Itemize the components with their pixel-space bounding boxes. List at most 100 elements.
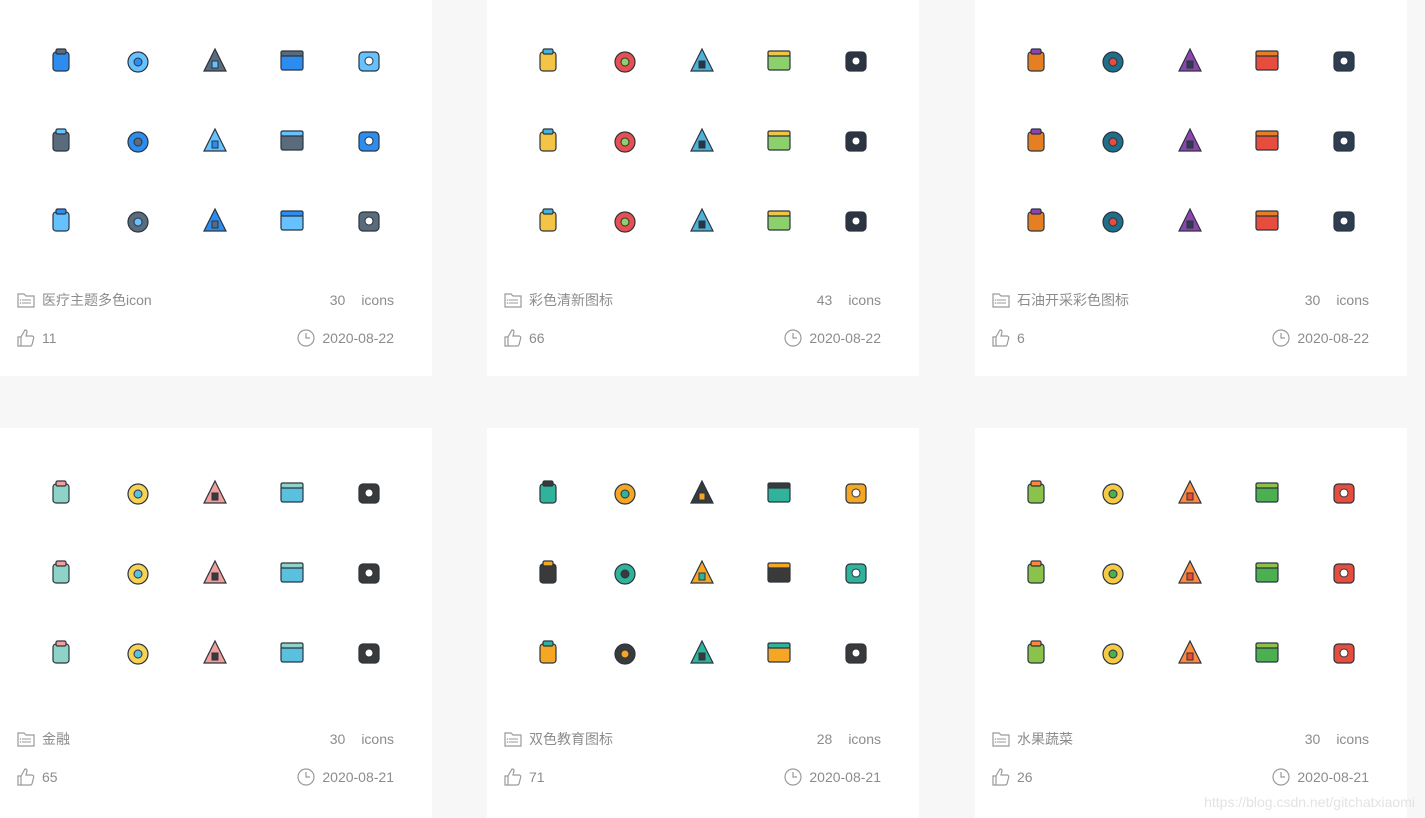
icon-tile[interactable] [1319,36,1369,86]
icon-tile[interactable] [831,116,881,166]
icon-tile[interactable] [677,468,727,518]
icon-tile[interactable] [1165,196,1215,246]
thumbs-up-icon[interactable] [503,767,523,787]
icon-tile[interactable] [754,468,804,518]
icon-tile[interactable] [1011,628,1061,678]
icon-tile[interactable] [600,548,650,598]
icon-tile[interactable] [600,196,650,246]
icon-tile[interactable] [1319,116,1369,166]
icon-tile[interactable] [1088,196,1138,246]
icon-tile[interactable] [1242,196,1292,246]
icon-tile[interactable] [1319,468,1369,518]
icon-set-card[interactable]: 彩色清新图标 43 icons 66 2020-08-22 [487,0,919,376]
icon-tile[interactable] [677,36,727,86]
icon-tile[interactable] [1011,196,1061,246]
icon-tile[interactable] [831,196,881,246]
icon-tile[interactable] [36,36,86,86]
icon-tile[interactable] [113,548,163,598]
icon-tile[interactable] [36,548,86,598]
icon-tile[interactable] [1242,36,1292,86]
icon-tile[interactable] [831,548,881,598]
icon-tile[interactable] [344,468,394,518]
thumbs-up-icon[interactable] [991,767,1011,787]
thumbs-up-icon[interactable] [991,328,1011,348]
thumbs-up-icon[interactable] [16,767,36,787]
icon-tile[interactable] [36,116,86,166]
icon-tile[interactable] [1242,628,1292,678]
card-title-link[interactable]: 石油开采彩色图标 [1017,290,1129,310]
icon-tile[interactable] [1242,548,1292,598]
icon-tile[interactable] [523,36,573,86]
icon-tile[interactable] [190,116,240,166]
icon-tile[interactable] [344,548,394,598]
icon-tile[interactable] [1088,548,1138,598]
icon-tile[interactable] [267,116,317,166]
icon-tile[interactable] [831,628,881,678]
icon-tile[interactable] [267,628,317,678]
icon-tile[interactable] [344,628,394,678]
icon-tile[interactable] [831,468,881,518]
icon-tile[interactable] [1011,548,1061,598]
icon-tile[interactable] [754,196,804,246]
icon-tile[interactable] [1165,36,1215,86]
icon-tile[interactable] [1319,196,1369,246]
icon-tile[interactable] [113,468,163,518]
icon-tile[interactable] [831,36,881,86]
icon-tile[interactable] [36,196,86,246]
icon-tile[interactable] [190,628,240,678]
icon-tile[interactable] [1088,628,1138,678]
card-title-link[interactable]: 双色教育图标 [529,729,613,749]
icon-tile[interactable] [1011,116,1061,166]
icon-tile[interactable] [600,36,650,86]
icon-tile[interactable] [190,548,240,598]
icon-tile[interactable] [523,468,573,518]
icon-tile[interactable] [190,196,240,246]
icon-tile[interactable] [1165,468,1215,518]
icon-tile[interactable] [600,116,650,166]
icon-tile[interactable] [754,628,804,678]
icon-tile[interactable] [1319,548,1369,598]
icon-tile[interactable] [600,628,650,678]
icon-tile[interactable] [1165,548,1215,598]
icon-set-card[interactable]: 石油开采彩色图标 30 icons 6 2020-08-22 [975,0,1407,376]
icon-tile[interactable] [1088,468,1138,518]
icon-tile[interactable] [523,548,573,598]
icon-tile[interactable] [344,36,394,86]
icon-set-card[interactable]: 双色教育图标 28 icons 71 2020-08-21 [487,428,919,818]
icon-tile[interactable] [1319,628,1369,678]
card-title-link[interactable]: 彩色清新图标 [529,290,613,310]
icon-set-card[interactable]: 金融 30 icons 65 2020-08-21 [0,428,432,818]
icon-tile[interactable] [1242,468,1292,518]
icon-tile[interactable] [190,468,240,518]
icon-tile[interactable] [267,468,317,518]
icon-tile[interactable] [1011,36,1061,86]
thumbs-up-icon[interactable] [503,328,523,348]
icon-tile[interactable] [190,36,240,86]
icon-tile[interactable] [677,196,727,246]
icon-tile[interactable] [267,36,317,86]
icon-tile[interactable] [344,116,394,166]
icon-tile[interactable] [677,548,727,598]
icon-tile[interactable] [754,116,804,166]
icon-tile[interactable] [677,116,727,166]
icon-set-card[interactable]: 医疗主题多色icon 30 icons 11 2020-08-22 [0,0,432,376]
icon-tile[interactable] [113,36,163,86]
icon-tile[interactable] [523,116,573,166]
icon-tile[interactable] [523,196,573,246]
icon-tile[interactable] [1165,628,1215,678]
icon-tile[interactable] [113,116,163,166]
icon-tile[interactable] [677,628,727,678]
card-title-link[interactable]: 医疗主题多色icon [42,290,152,310]
icon-tile[interactable] [1011,468,1061,518]
card-title-link[interactable]: 水果蔬菜 [1017,729,1073,749]
icon-tile[interactable] [1242,116,1292,166]
card-title-link[interactable]: 金融 [42,729,70,749]
icon-set-card[interactable]: 水果蔬菜 30 icons 26 2020-08-21 [975,428,1407,818]
icon-tile[interactable] [754,548,804,598]
icon-tile[interactable] [267,196,317,246]
icon-tile[interactable] [344,196,394,246]
icon-tile[interactable] [1088,116,1138,166]
thumbs-up-icon[interactable] [16,328,36,348]
icon-tile[interactable] [267,548,317,598]
icon-tile[interactable] [523,628,573,678]
